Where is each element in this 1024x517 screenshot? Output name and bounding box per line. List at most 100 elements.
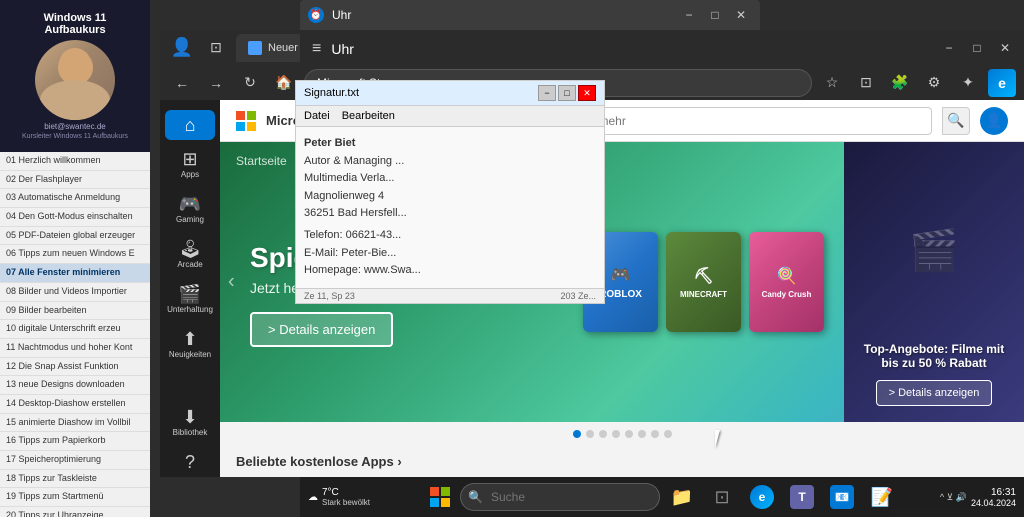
movie-details-button[interactable]: > Details anzeigen [876,380,993,406]
taskbar-sticky-notes[interactable]: 📝 [864,479,900,515]
library-nav-label: Bibliothek [173,428,208,437]
lesson-item-9[interactable]: 09 Bilder bearbeiten [0,302,150,321]
collections-button[interactable]: ⊡ [852,69,880,97]
lesson-item-17[interactable]: 17 Speicheroptimierung [0,451,150,470]
close-button[interactable]: ✕ [730,4,752,26]
taskbar-store[interactable]: ⊡ [704,479,740,515]
minimize-button[interactable]: − [678,4,700,26]
signatur-content: Peter Biet Autor & Managing ... Multimed… [296,127,604,288]
neuigkeiten-nav-label: Neuigkeiten [169,350,211,359]
hamburger-icon[interactable]: ≡ [312,40,321,58]
nav-gaming[interactable]: 🎮 Gaming [165,189,215,230]
instructor-photo [35,40,115,120]
help-nav-icon: ? [185,453,195,471]
signatur-minimize-btn[interactable]: − [538,85,556,101]
lesson-item-15[interactable]: 15 animierte Diashow im Vollbil [0,414,150,433]
browser-minimize-btn[interactable]: − [938,37,960,59]
entertainment-nav-icon: 🎬 [179,285,201,303]
signatur-char-count: 203 Ze... [560,291,596,301]
weather-display: ☁ 7°C Stark bewölkt [308,487,370,507]
dot-1 [573,430,581,438]
signatur-menu: Datei Bearbeiten [296,106,604,127]
lesson-item-8[interactable]: 08 Bilder und Videos Importier [0,283,150,302]
lesson-item-13[interactable]: 13 neue Designs downloaden [0,376,150,395]
lesson-item-5[interactable]: 05 PDF-Dateien global erzeuger [0,227,150,246]
search-container: 🔍 [460,483,660,511]
browser-maximize-btn[interactable]: □ [966,37,988,59]
lesson-item-18[interactable]: 18 Tipps zur Taskleiste [0,470,150,489]
candy-crush-thumb[interactable]: 🍭 Candy Crush [749,232,824,332]
movie-title: Top-Angebote: Filme mit bis zu 50 % Raba… [860,342,1008,370]
clock-app-content: ≡ Uhr [300,30,760,68]
lesson-item-14[interactable]: 14 Desktop-Diashow erstellen [0,395,150,414]
lesson-item-3[interactable]: 03 Automatische Anmeldung [0,189,150,208]
taskbar-file-explorer[interactable]: 📁 [664,479,700,515]
nav-arcade[interactable]: 🕹 Arcade [165,234,215,275]
clock-display[interactable]: 16:31 24.04.2024 [971,487,1016,508]
lesson-item-4[interactable]: 04 Den Gott-Modus einschalten [0,208,150,227]
microsoft-logo-icon [236,111,256,131]
weather-icon: ☁ [308,492,318,503]
signatur-maximize-btn[interactable]: □ [558,85,576,101]
taskbar-center: 🔍 📁 ⊡ e T 📧 📝 [424,479,900,515]
nav-home[interactable]: ⌂ [165,110,215,140]
nav-apps[interactable]: ⊞ Apps [165,144,215,185]
back-button[interactable]: ← [168,69,196,97]
nav-library[interactable]: ⬇ Bibliothek [165,402,215,443]
movie-banner[interactable]: 🎬 Top-Angebote: Filme mit bis zu 50 % Ra… [844,142,1024,422]
lesson-item-20[interactable]: 20 Tipps zur Uhranzeige [0,507,150,517]
home-nav-icon: ⌂ [185,116,196,134]
lesson-item-19[interactable]: 19 Tipps zum Startmenü [0,488,150,507]
clock-window-title: Uhr [332,8,351,22]
weather-desc: Stark bewölkt [322,498,370,507]
store-search-button[interactable]: 🔍 [942,107,970,135]
apps-nav-label: Apps [181,170,199,179]
hero-details-button[interactable]: > Details anzeigen [250,312,393,347]
signatur-line1: Peter Biet [304,135,596,153]
nav-neuigkeiten[interactable]: ⬆ Neuigkeiten [165,324,215,365]
lesson-item-11[interactable]: 11 Nachtmodus und hoher Kont [0,339,150,358]
profile-btn[interactable]: 👤 [168,34,196,62]
signatur-close-btn[interactable]: ✕ [578,85,596,101]
taskbar-outlook[interactable]: 📧 [824,479,860,515]
forward-button[interactable]: → [202,69,230,97]
lesson-item-1[interactable]: 01 Herzlich willkommen [0,152,150,171]
taskbar-search-input[interactable] [460,483,660,511]
course-title: Windows 11 Aufbaukurs [8,8,142,40]
favorites-button[interactable]: ☆ [818,69,846,97]
lesson-item-16[interactable]: 16 Tipps zum Papierkorb [0,432,150,451]
signatur-statusbar: Ze 11, Sp 23 203 Ze... [296,288,604,303]
home-button[interactable]: 🏠 [270,69,298,97]
signatur-menu-bearbeiten[interactable]: Bearbeiten [342,110,395,122]
lesson-item-10[interactable]: 10 digitale Unterschrift erzeu [0,320,150,339]
nav-help[interactable]: ? [165,447,215,477]
browser-close-btn[interactable]: ✕ [994,37,1016,59]
extensions-button[interactable]: 🧩 [886,69,914,97]
squares-btn[interactable]: ⊡ [202,34,230,62]
lesson-item-2[interactable]: 02 Der Flashplayer [0,171,150,190]
maximize-button[interactable]: □ [704,4,726,26]
neuigkeiten-nav-icon: ⬆ [182,330,197,348]
copilot-button[interactable]: ✦ [954,69,982,97]
section-header: Beliebte kostenlose Apps › [220,446,1024,473]
minecraft-thumb[interactable]: ⛏ MINECRAFT [666,232,741,332]
signatur-line3: Multimedia Verla... [304,170,596,188]
taskbar-teams[interactable]: T [784,479,820,515]
nav-entertainment[interactable]: 🎬 Unterhaltung [165,279,215,320]
hero-prev-button[interactable]: ‹ [228,271,235,294]
store-user-icon[interactable]: 👤 [980,107,1008,135]
taskbar-edge[interactable]: e [744,479,780,515]
lesson-item-12[interactable]: 12 Die Snap Assist Funktion [0,358,150,377]
instructor-section: Windows 11 Aufbaukurs biet@swantec.de Ku… [0,0,150,152]
lesson-item-6[interactable]: 06 Tipps zum neuen Windows E [0,245,150,264]
signatur-menu-datei[interactable]: Datei [304,110,330,122]
roblox-label: ROBLOX [599,289,642,300]
refresh-button[interactable]: ↻ [236,69,264,97]
taskbar-time: 16:31 [971,487,1016,498]
lesson-item-7[interactable]: 07 Alle Fenster minimieren [0,264,150,283]
dot-4 [612,430,620,438]
start-button[interactable] [424,481,456,513]
arcade-nav-label: Arcade [177,260,202,269]
clock-titlebar: ⏰ Uhr − □ ✕ [300,0,760,30]
settings-button[interactable]: ⚙ [920,69,948,97]
